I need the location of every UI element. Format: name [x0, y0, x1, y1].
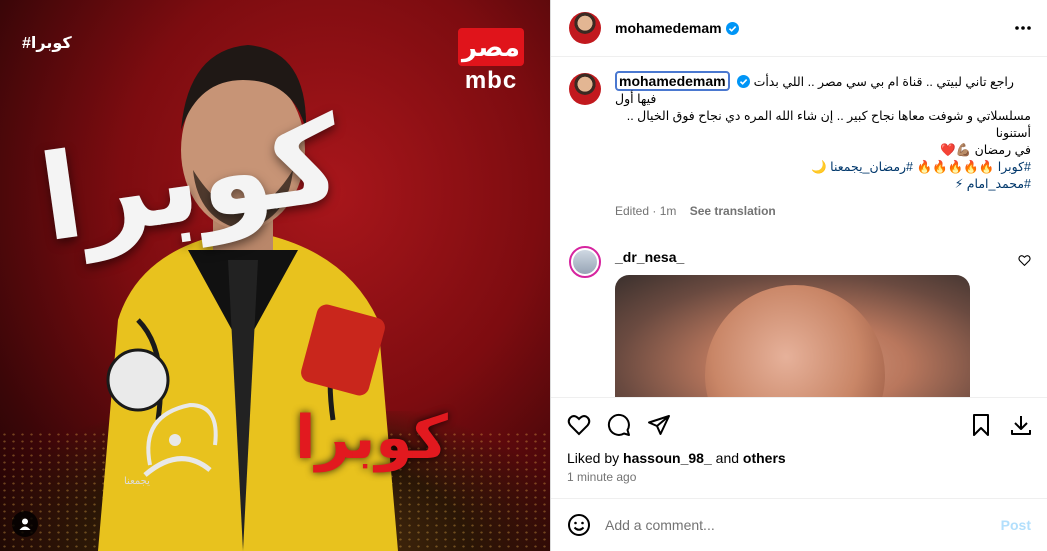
tagged-users-button[interactable] [12, 511, 38, 537]
show-title-red: كوبرا [295, 403, 448, 473]
save-bookmark-icon[interactable] [969, 413, 993, 437]
download-icon[interactable] [1009, 413, 1033, 437]
author-username[interactable]: mohamedemam [615, 20, 739, 36]
verified-badge-icon [725, 22, 739, 35]
logo-latin: mbc [464, 67, 518, 94]
caption-hashtags-1[interactable]: #كوبرا 🔥🔥🔥🔥🔥 #رمضان_يجمعنا 🌙 [615, 159, 1031, 176]
caption-meta: Edited · 1m See translation [615, 203, 1031, 220]
mbc-masr-logo: مصر mbc [458, 28, 524, 100]
user-icon [19, 518, 31, 530]
post-dialog: #كوبرا مصر mbc كوبرا يجمعنا كوبرا mohame… [0, 0, 1047, 551]
emoji-icon[interactable] [567, 513, 591, 537]
image-hashtag: #كوبرا [22, 35, 72, 52]
comment-composer: Add a comment... Post [551, 498, 1047, 551]
like-heart-icon[interactable] [567, 413, 591, 437]
right-actions [969, 413, 1033, 437]
comment-input[interactable]: Add a comment... [605, 517, 1001, 533]
post-header: mohamedemam [551, 0, 1047, 57]
commenter-username[interactable]: _dr_nesa_ [615, 249, 1010, 265]
caption-body: mohamedemam راجع تاني لبيتي .. قناة ام ب… [615, 71, 1031, 220]
comment-bubble-icon[interactable] [607, 413, 631, 437]
action-icons [567, 410, 1033, 440]
likes-and: and [715, 450, 740, 466]
caption-hashtags-2[interactable]: #محمد_امام ⚡ [615, 176, 1031, 193]
see-translation-link[interactable]: See translation [690, 204, 776, 218]
caption-line-3: في رمضان 💪🏽❤️ [939, 143, 1031, 157]
comments-scroll-area[interactable]: mohamedemam راجع تاني لبيتي .. قناة ام ب… [551, 57, 1047, 397]
comment-item: _dr_nesa_ [569, 246, 1031, 397]
ramadan-subtitle: يجمعنا [124, 476, 150, 487]
comment-image-face [705, 285, 885, 397]
author-username-text[interactable]: mohamedemam [615, 20, 722, 36]
post-comment-button[interactable]: Post [1001, 517, 1031, 533]
verified-badge-icon [737, 75, 751, 88]
caption: mohamedemam راجع تاني لبيتي .. قناة ام ب… [569, 71, 1031, 220]
author-avatar[interactable] [569, 12, 601, 44]
comment-like-heart-icon[interactable] [1018, 254, 1031, 267]
post-time[interactable]: 1 minute ago [567, 470, 1033, 484]
caption-username[interactable]: mohamedemam [615, 71, 730, 91]
post-details-panel: mohamedemam mohamedemam راجع تاني لبيتي … [550, 0, 1047, 551]
edited-time: Edited · 1m [615, 204, 677, 218]
likes-others[interactable]: others [743, 450, 786, 466]
comment-image[interactable] [615, 275, 970, 397]
caption-line-2: مسلسلاتي و شوفت معاها نجاح كبير .. إن شا… [626, 109, 1031, 140]
commenter-avatar[interactable] [569, 246, 601, 278]
action-bar: Liked by hassoun_98_ and others 1 minute… [551, 397, 1047, 484]
likes-prefix: Liked by [567, 450, 620, 466]
post-image[interactable]: #كوبرا مصر mbc كوبرا يجمعنا كوبرا [0, 0, 550, 551]
logo-arabic: مصر [458, 28, 524, 66]
comment-body: _dr_nesa_ [615, 246, 1010, 397]
likes-summary: Liked by hassoun_98_ and others [567, 450, 1033, 466]
share-paper-plane-icon[interactable] [647, 413, 671, 437]
likes-user[interactable]: hassoun_98_ [623, 450, 712, 466]
caption-avatar[interactable] [569, 73, 601, 105]
more-options-icon[interactable] [1013, 18, 1033, 38]
